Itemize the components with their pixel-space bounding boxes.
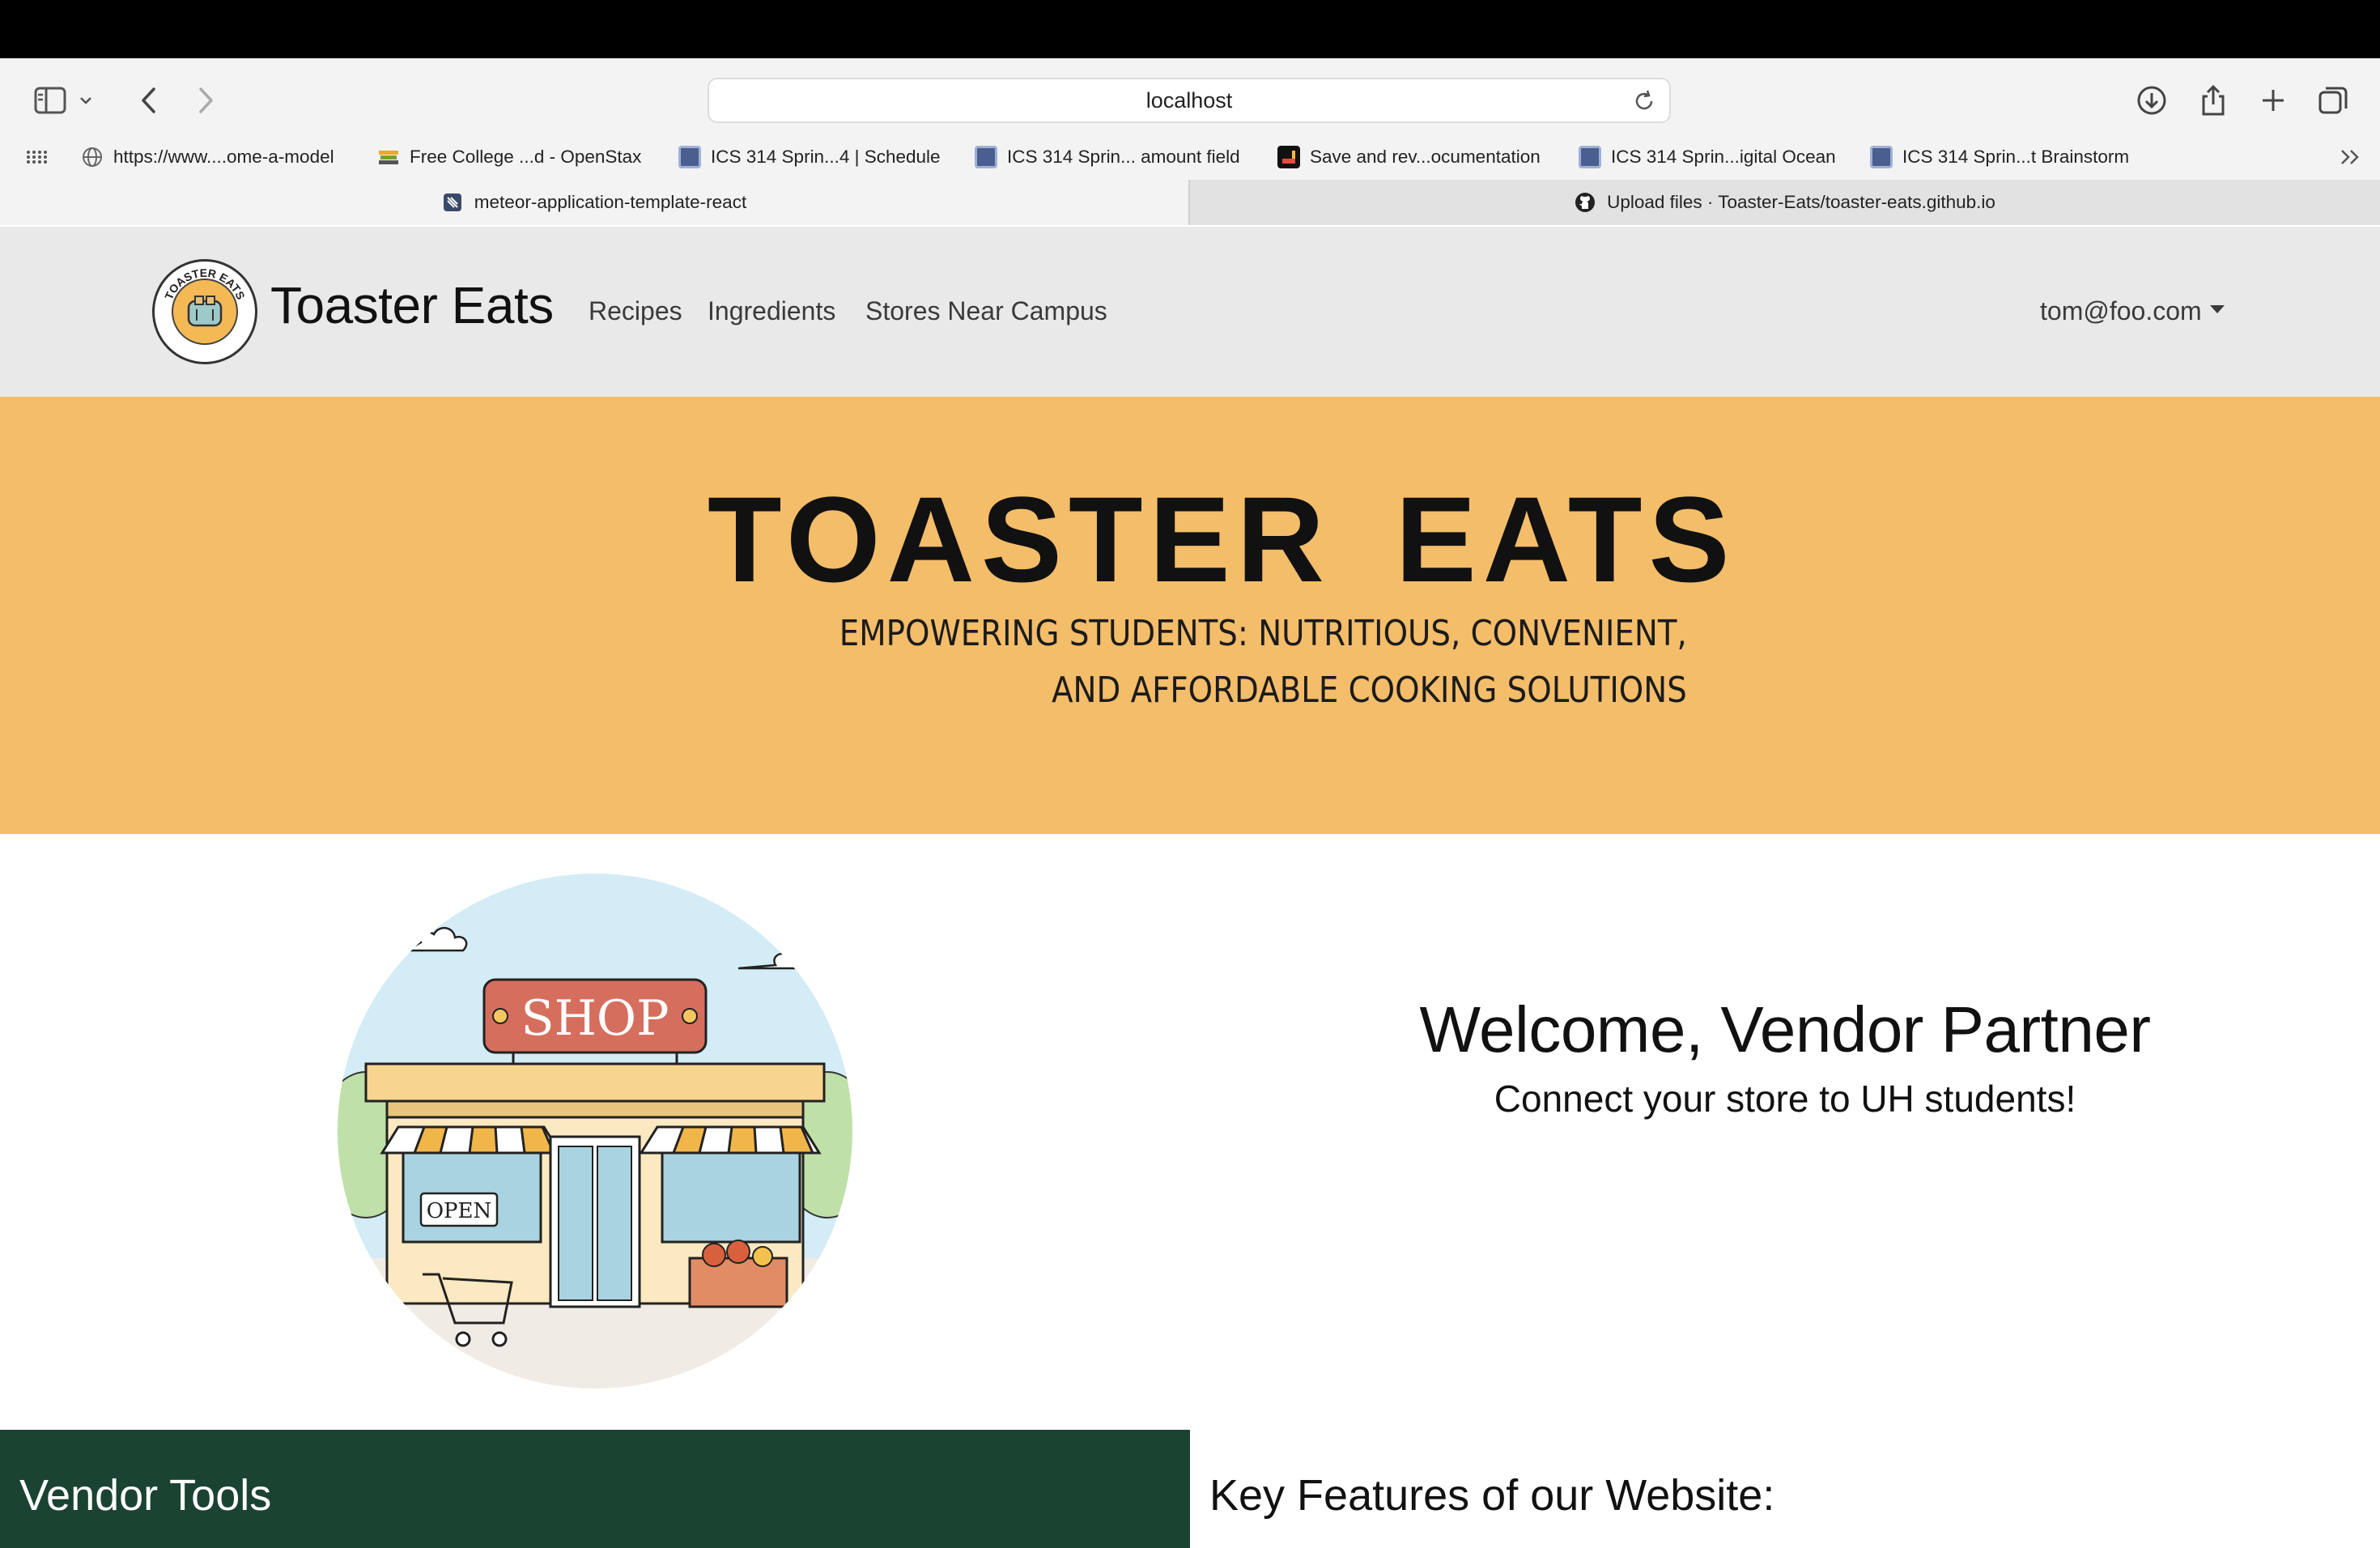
shop-illustration: SHOP OPEN [334, 870, 856, 1393]
open-sign-text: OPEN [427, 1199, 492, 1223]
bookmark-label: ICS 314 Sprin...igital Ocean [1611, 147, 1836, 167]
bookmark-item[interactable]: ICS 314 Sprin...t Brainstorm [1870, 142, 2129, 172]
caret-down-icon [2209, 304, 2225, 313]
reload-icon[interactable] [1630, 87, 1658, 115]
bookmark-label: Save and rev...ocumentation [1310, 147, 1541, 167]
bookmark-item[interactable]: ICS 314 Sprin...igital Ocean [1579, 142, 1836, 172]
github-icon [1575, 193, 1596, 212]
bookmark-label: ICS 314 Sprin...t Brainstorm [1902, 147, 2130, 167]
sidebar-toggle-icon[interactable] [31, 81, 70, 120]
share-icon[interactable] [2194, 81, 2233, 120]
svg-text:TOASTER EATS: TOASTER EATS [162, 266, 248, 302]
browser-toolbar: localhost [0, 58, 2380, 139]
page-icon [975, 146, 997, 168]
key-features-heading: Key Features of our Website: [1209, 1471, 1775, 1520]
hero-subtitle: EMPOWERING STUDENTS: NUTRITIOUS, CONVENI… [839, 606, 1687, 719]
bookmarks-bar: https://www....ome-a-model Free College … [0, 139, 2380, 176]
bookmark-label: Free College ...d - OpenStax [410, 147, 642, 167]
page-icon [1870, 146, 1893, 168]
tab-bar: meteor-application-template-react Upload… [0, 180, 2380, 225]
vendor-tools-section: Vendor Tools [0, 1430, 1190, 1548]
page-icon [678, 146, 701, 168]
tab-meteor-app[interactable]: meteor-application-template-react [0, 180, 1188, 225]
hero-banner: TOASTER EATS EMPOWERING STUDENTS: NUTRIT… [0, 397, 2380, 834]
bookmark-item[interactable]: ICS 314 Sprin...4 | Schedule [678, 142, 941, 172]
back-icon[interactable] [130, 81, 168, 120]
app-icon [1277, 146, 1300, 168]
shop-sign-text: SHOP [521, 990, 669, 1047]
user-email: tom@foo.com [2040, 296, 2202, 325]
globe-icon [83, 147, 102, 167]
system-menubar [0, 0, 2380, 58]
openstax-icon [379, 151, 398, 164]
tab-label: Upload files · Toaster-Eats/toaster-eats… [1607, 192, 1995, 212]
app-navbar: TOASTER EATS Toaster Eats Recipes Ingred… [0, 227, 2380, 397]
bookmark-label: https://www....ome-a-model [113, 147, 334, 167]
brand-logo[interactable]: TOASTER EATS [152, 259, 257, 364]
meteor-favicon-icon [443, 194, 461, 211]
url-text: localhost [1145, 87, 1233, 113]
more-bookmarks-icon[interactable] [2340, 142, 2362, 172]
nav-link-stores[interactable]: Stores Near Campus [865, 296, 1107, 326]
hero-subtitle-line2: AND AFFORDABLE COOKING SOLUTIONS [1052, 670, 1687, 711]
page-icon [1579, 146, 1601, 168]
brand-name[interactable]: Toaster Eats [270, 275, 554, 335]
user-dropdown[interactable]: tom@foo.com [2040, 296, 2225, 326]
bookmarks-grid-icon[interactable] [26, 142, 47, 172]
nav-link-ingredients[interactable]: Ingredients [708, 296, 835, 326]
bookmark-item[interactable]: https://www....ome-a-model [81, 142, 334, 172]
welcome-subheading: Connect your store to UH students! [1494, 1078, 2076, 1120]
tab-upload-files[interactable]: Upload files · Toaster-Eats/toaster-eats… [1188, 180, 2380, 225]
hero-title: TOASTER EATS [708, 471, 1736, 607]
bookmark-item[interactable]: Save and rev...ocumentation [1277, 142, 1541, 172]
forward-icon[interactable] [186, 81, 225, 120]
hero-subtitle-line1: EMPOWERING STUDENTS: NUTRITIOUS, CONVENI… [839, 613, 1687, 654]
nav-link-recipes[interactable]: Recipes [589, 296, 682, 326]
chevron-down-icon[interactable] [74, 81, 97, 120]
browser-chrome: localhost https://www....ome-a-model Fre… [0, 58, 2380, 225]
vendor-tools-heading: Vendor Tools [19, 1471, 272, 1520]
tab-overview-icon[interactable] [2314, 81, 2352, 120]
welcome-heading: Welcome, Vendor Partner [1419, 993, 2151, 1065]
address-bar[interactable]: localhost [708, 78, 1671, 123]
bookmark-label: ICS 314 Sprin... amount field [1007, 147, 1240, 167]
bookmark-item[interactable]: ICS 314 Sprin... amount field [975, 142, 1240, 172]
welcome-block: Welcome, Vendor Partner Connect your sto… [1263, 993, 2307, 1121]
tab-label: meteor-application-template-react [474, 192, 747, 212]
downloads-icon[interactable] [2132, 81, 2171, 120]
bookmark-label: ICS 314 Sprin...4 | Schedule [711, 147, 941, 167]
bookmark-item[interactable]: Free College ...d - OpenStax [377, 142, 641, 172]
logo-ring-icon: TOASTER EATS [162, 266, 248, 302]
new-tab-icon[interactable] [2254, 81, 2293, 120]
